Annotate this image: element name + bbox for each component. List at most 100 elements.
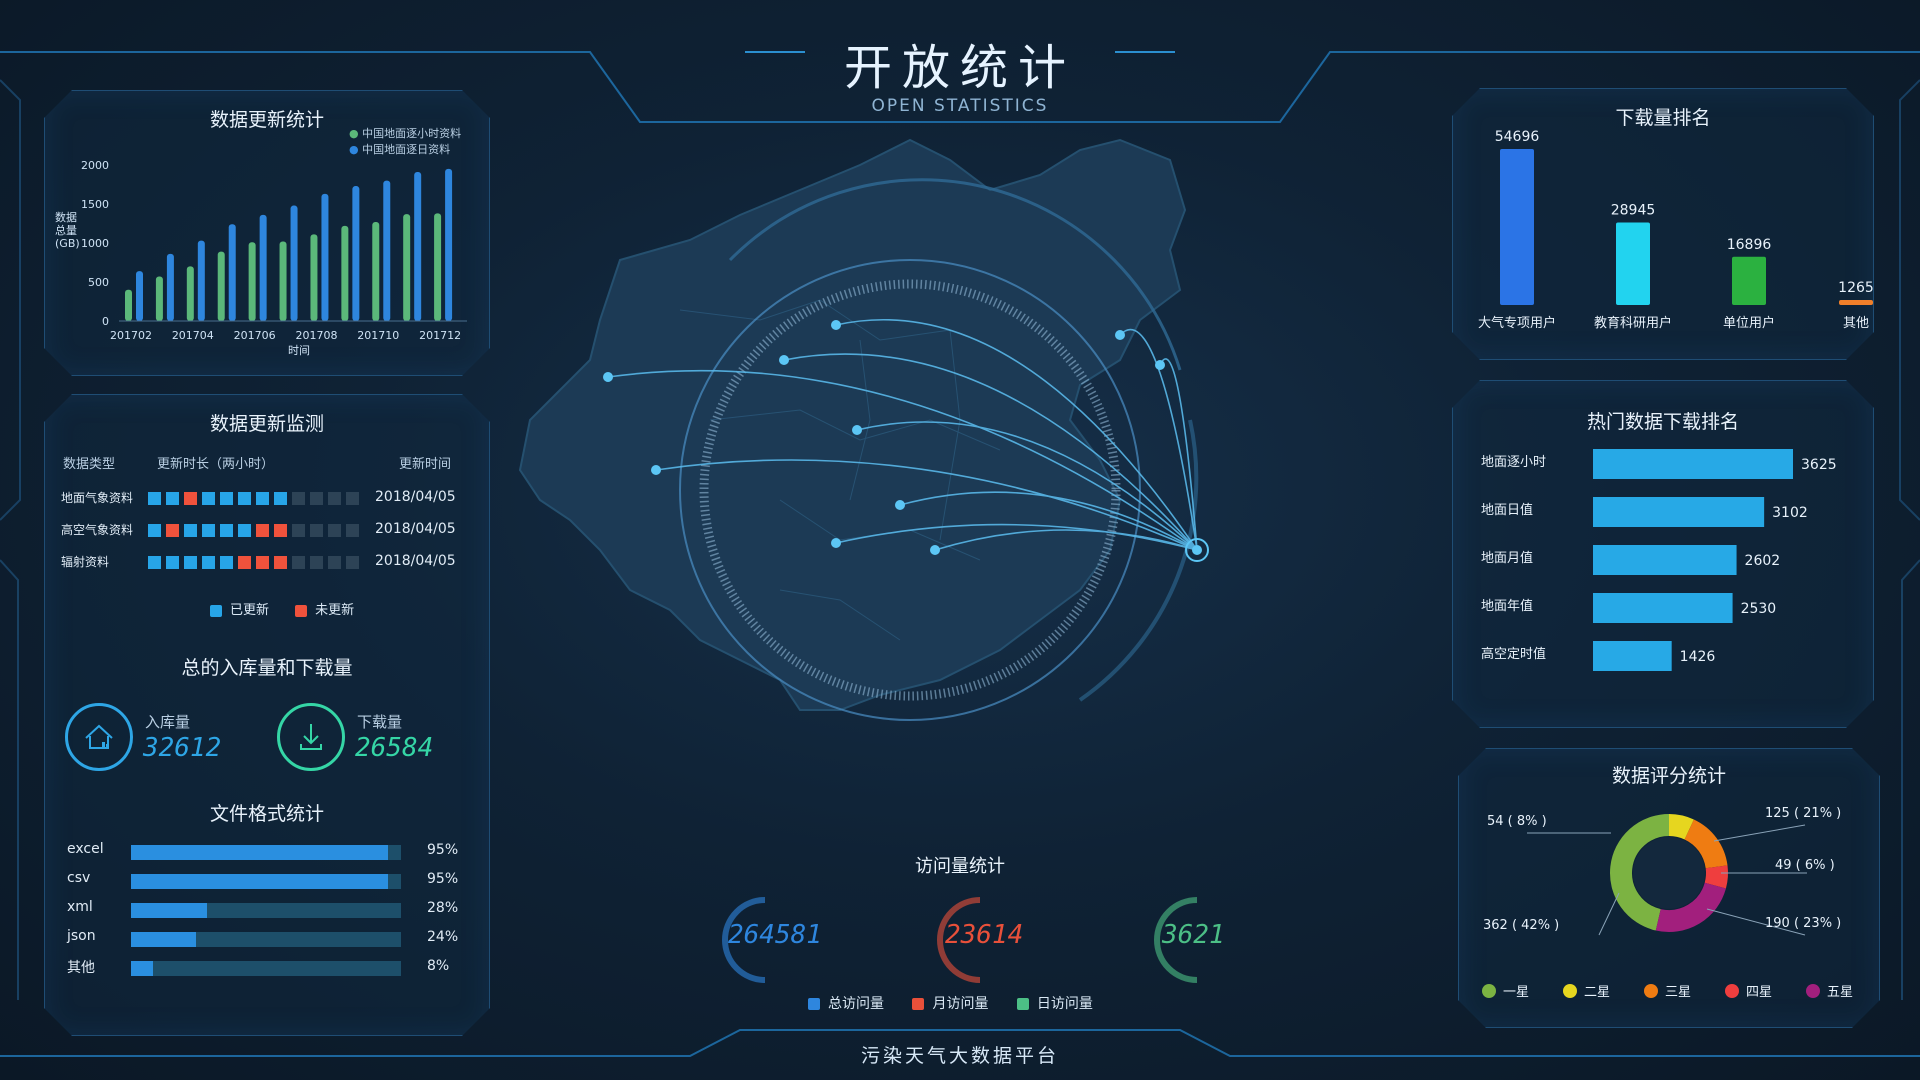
- donut-leader-line: [1599, 893, 1619, 935]
- download-rank-chart: 54696 大气专项用户 28945 教育科研用户 16896 单位用户 1265 其他: [1453, 129, 1873, 359]
- file-format-name: xml: [67, 899, 93, 915]
- status-cell: [310, 524, 323, 537]
- status-cell: [238, 492, 251, 505]
- file-format-row: 其他 8%: [67, 957, 467, 979]
- status-cell: [310, 492, 323, 505]
- status-cell: [184, 492, 197, 505]
- file-format-track: [131, 845, 401, 860]
- in-value: 32612: [143, 733, 222, 763]
- legend-daily-visits: 日访问量: [1036, 996, 1093, 1012]
- status-cell: [220, 556, 233, 569]
- monitor-row-name: 辐射资料: [61, 555, 110, 569]
- file-format-track: [131, 903, 401, 918]
- file-format-fill: [131, 961, 153, 976]
- in-label: 入库量: [145, 713, 191, 731]
- legend-dot: [1482, 984, 1496, 998]
- file-format-track: [131, 874, 401, 889]
- download-rank-panel: 下载量排名 54696 大气专项用户 28945 教育科研用户 16896 单位用户 126…: [1452, 88, 1874, 360]
- visits-title: 访问量统计: [915, 856, 1005, 877]
- file-format-fill: [131, 874, 388, 889]
- x-axis-title: 时间: [288, 344, 310, 357]
- donut-value-label: 54 ( 8% ): [1487, 814, 1547, 829]
- monitor-header-time: 更新时间: [399, 457, 452, 472]
- bar: [321, 194, 328, 321]
- status-cell: [292, 524, 305, 537]
- status-cell: [274, 524, 287, 537]
- x-tick-label: 201710: [357, 329, 399, 342]
- file-format-row: xml 28%: [67, 899, 467, 921]
- update-stats-chart: 0 500 1000 1500 2000 201702 201704 201706 201708…: [79, 151, 479, 371]
- file-format-fill: [131, 932, 196, 947]
- bar: [291, 206, 298, 321]
- down-label: 下载量: [357, 713, 403, 731]
- monitor-panel: 数据更新监测 数据类型 更新时长（两小时） 更新时间 地面气象资料 2018/04…: [44, 394, 490, 1036]
- donut-slice: [1715, 867, 1717, 886]
- status-cell: [202, 492, 215, 505]
- donut-value-label: 190 ( 23% ): [1765, 916, 1841, 931]
- bar: [414, 172, 421, 321]
- file-format-fill: [131, 845, 388, 860]
- monitor-legend: 已更新 未更新: [210, 599, 354, 618]
- rating-panel: 数据评分统计 54 ( 8% ) 125 ( 21% ) 49 ( 6% ) 190 …: [1458, 748, 1880, 1028]
- download-icon: [277, 703, 345, 771]
- monitor-row-cells: [148, 554, 388, 573]
- hot-bar: [1593, 497, 1764, 527]
- china-map: [518, 138, 1209, 721]
- x-tick-label: 201702: [110, 329, 152, 342]
- legend-hourly: 中国地面逐小时资料: [362, 127, 462, 140]
- monitor-row-name: 地面气象资料: [61, 491, 134, 505]
- hot-bar: [1593, 593, 1733, 623]
- bar: [136, 271, 143, 321]
- file-format-value: 95%: [427, 842, 459, 858]
- bar: [125, 290, 132, 321]
- x-tick-label: 201708: [295, 329, 337, 342]
- download-bar: [1500, 149, 1534, 305]
- hot-bar: [1593, 545, 1737, 575]
- y-tick-label: 1500: [81, 198, 109, 211]
- file-format-name: csv: [67, 870, 91, 886]
- donut-value-label: 49 ( 6% ): [1775, 858, 1835, 873]
- download-category-label: 教育科研用户: [1594, 315, 1672, 331]
- file-format-value: 95%: [427, 871, 459, 887]
- download-value-label: 28945: [1611, 202, 1656, 218]
- file-format-name: excel: [67, 841, 104, 857]
- page-title: 开放统计: [843, 40, 1076, 96]
- hot-value-label: 2602: [1745, 553, 1781, 569]
- legend-not-updated: 未更新: [315, 603, 355, 618]
- donut-slice: [1669, 825, 1689, 829]
- bar: [167, 254, 174, 321]
- hot-category-label: 地面年值: [1481, 598, 1533, 614]
- bar: [352, 186, 359, 321]
- monitor-row-time: 2018/04/05: [375, 521, 456, 537]
- status-cell: [184, 556, 197, 569]
- status-cell: [256, 556, 269, 569]
- bar: [198, 241, 205, 321]
- legend-dot: [1725, 984, 1739, 998]
- hot-value-label: 3102: [1772, 505, 1808, 521]
- download-category-label: 大气专项用户: [1478, 315, 1556, 331]
- city-dot: [779, 355, 789, 365]
- x-tick-label: 201712: [419, 329, 461, 342]
- map-outline: [518, 138, 1187, 711]
- visits-total-value: 264581: [728, 920, 822, 950]
- hot-rank-chart: 地面逐小时 3625 地面日值 3102 地面月值 2602 地面年值 2530 高空定时值 14…: [1453, 441, 1873, 721]
- y-tick-label: 500: [88, 276, 109, 289]
- legend-updated: 已更新: [230, 603, 270, 618]
- status-cell: [166, 492, 179, 505]
- bar: [187, 266, 194, 321]
- status-cell: [202, 556, 215, 569]
- status-cell: [256, 492, 269, 505]
- x-tick-label: 201704: [172, 329, 214, 342]
- file-format-row: csv 95%: [67, 870, 467, 892]
- monitor-row-name: 高空气象资料: [61, 523, 134, 537]
- city-dot: [831, 320, 841, 330]
- donut-value-label: 362 ( 42% ): [1483, 918, 1559, 933]
- status-cell: [148, 492, 161, 505]
- bar: [229, 224, 236, 321]
- city-dot: [852, 425, 862, 435]
- monitor-title: 数据更新监测: [209, 413, 324, 435]
- status-cell: [148, 524, 161, 537]
- down-value: 26584: [355, 733, 434, 763]
- status-cell: [238, 524, 251, 537]
- status-cell: [220, 492, 233, 505]
